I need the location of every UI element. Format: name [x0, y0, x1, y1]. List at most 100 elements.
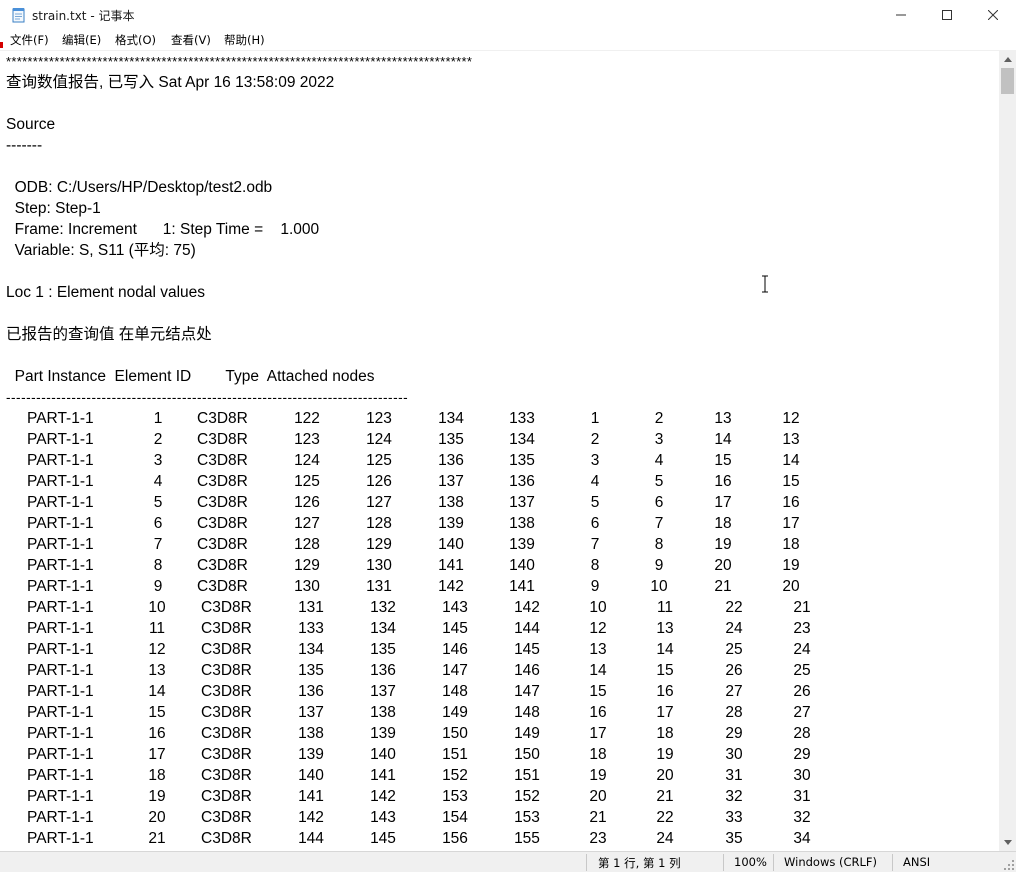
- part-instance-cell: PART-1-1: [27, 704, 94, 721]
- scroll-down-button[interactable]: [999, 834, 1016, 851]
- node-3-cell: 136: [438, 452, 464, 469]
- chevron-down-icon: [1003, 840, 1012, 845]
- node-5-cell: 21: [589, 809, 607, 826]
- node-3-cell: 153: [442, 788, 468, 805]
- vertical-scrollbar[interactable]: [999, 51, 1016, 851]
- node-6-cell: 10: [650, 578, 668, 595]
- element-type-cell: C3D8R: [201, 704, 252, 721]
- element-id-cell: 4: [153, 473, 163, 490]
- element-id-cell: 16: [148, 725, 166, 742]
- node-6-cell: 14: [656, 641, 674, 658]
- node-1-cell: 131: [298, 599, 324, 616]
- node-1-cell: 139: [298, 746, 324, 763]
- node-2-cell: 125: [366, 452, 392, 469]
- element-type-cell: C3D8R: [201, 767, 252, 784]
- node-6-cell: 17: [656, 704, 674, 721]
- node-4-cell: 145: [514, 641, 540, 658]
- node-7-cell: 26: [725, 662, 743, 679]
- element-id-cell: 9: [153, 578, 163, 595]
- node-3-cell: 138: [438, 494, 464, 511]
- node-7-cell: 30: [725, 746, 743, 763]
- node-8-cell: 21: [793, 599, 811, 616]
- text-editor[interactable]: ****************************************…: [0, 51, 999, 851]
- menu-view[interactable]: 查看(V): [171, 32, 211, 48]
- part-instance-cell: PART-1-1: [27, 809, 94, 826]
- part-instance-cell: PART-1-1: [27, 788, 94, 805]
- node-5-cell: 9: [590, 578, 600, 595]
- text-cursor-icon: [762, 275, 768, 293]
- node-2-cell: 137: [370, 683, 396, 700]
- menu-format[interactable]: 格式(O): [115, 32, 156, 48]
- node-1-cell: 127: [294, 515, 320, 532]
- node-4-cell: 133: [509, 410, 535, 427]
- node-4-cell: 150: [514, 746, 540, 763]
- node-1-cell: 138: [298, 725, 324, 742]
- node-2-cell: 135: [370, 641, 396, 658]
- node-6-cell: 3: [654, 431, 664, 448]
- node-8-cell: 18: [782, 536, 800, 553]
- node-3-cell: 135: [438, 431, 464, 448]
- stars-line: ****************************************…: [6, 54, 473, 69]
- node-5-cell: 3: [590, 452, 600, 469]
- node-6-cell: 16: [656, 683, 674, 700]
- node-3-cell: 142: [438, 578, 464, 595]
- element-type-cell: C3D8R: [201, 620, 252, 637]
- node-3-cell: 149: [442, 704, 468, 721]
- maximize-button[interactable]: [924, 0, 970, 30]
- node-6-cell: 2: [654, 410, 664, 427]
- node-4-cell: 138: [509, 515, 535, 532]
- node-8-cell: 31: [793, 788, 811, 805]
- status-bar: 第 1 行, 第 1 列 100% Windows (CRLF) ANSI: [0, 851, 1016, 872]
- element-id-cell: 18: [148, 767, 166, 784]
- element-id-cell: 5: [153, 494, 163, 511]
- element-type-cell: C3D8R: [197, 494, 248, 511]
- resize-grip-icon[interactable]: [1003, 859, 1015, 871]
- scroll-thumb[interactable]: [1001, 68, 1014, 94]
- node-4-cell: 140: [509, 557, 535, 574]
- element-type-cell: C3D8R: [197, 578, 248, 595]
- part-instance-cell: PART-1-1: [27, 452, 94, 469]
- node-6-cell: 24: [656, 830, 674, 847]
- node-2-cell: 123: [366, 410, 392, 427]
- node-5-cell: 14: [589, 662, 607, 679]
- menu-help[interactable]: 帮助(H): [224, 32, 265, 48]
- node-5-cell: 10: [589, 599, 607, 616]
- node-6-cell: 4: [654, 452, 664, 469]
- close-button[interactable]: [970, 0, 1016, 30]
- node-1-cell: 141: [298, 788, 324, 805]
- menu-file[interactable]: 文件(F): [10, 32, 49, 48]
- node-3-cell: 151: [442, 746, 468, 763]
- node-6-cell: 22: [656, 809, 674, 826]
- node-3-cell: 141: [438, 557, 464, 574]
- node-3-cell: 146: [442, 641, 468, 658]
- encoding: ANSI: [903, 855, 931, 869]
- element-id-cell: 7: [153, 536, 163, 553]
- part-instance-cell: PART-1-1: [27, 830, 94, 847]
- menu-bar: 文件(F) 编辑(E) 格式(O) 查看(V) 帮助(H): [0, 30, 1016, 51]
- node-7-cell: 14: [714, 431, 732, 448]
- node-7-cell: 21: [714, 578, 732, 595]
- node-7-cell: 15: [714, 452, 732, 469]
- node-1-cell: 126: [294, 494, 320, 511]
- node-7-cell: 31: [725, 767, 743, 784]
- node-7-cell: 32: [725, 788, 743, 805]
- node-2-cell: 129: [366, 536, 392, 553]
- node-2-cell: 136: [370, 662, 396, 679]
- menu-edit[interactable]: 编辑(E): [62, 32, 101, 48]
- node-1-cell: 122: [294, 410, 320, 427]
- element-id-cell: 21: [148, 830, 166, 847]
- node-8-cell: 14: [782, 452, 800, 469]
- node-4-cell: 151: [514, 767, 540, 784]
- node-5-cell: 16: [589, 704, 607, 721]
- part-instance-cell: PART-1-1: [27, 620, 94, 637]
- part-instance-cell: PART-1-1: [27, 494, 94, 511]
- node-7-cell: 17: [714, 494, 732, 511]
- scroll-up-button[interactable]: [999, 51, 1016, 68]
- node-5-cell: 7: [590, 536, 600, 553]
- node-8-cell: 29: [793, 746, 811, 763]
- part-instance-cell: PART-1-1: [27, 767, 94, 784]
- minimize-button[interactable]: [878, 0, 924, 30]
- table-header: Part Instance Element ID Type Attached n…: [6, 368, 375, 385]
- node-7-cell: 20: [714, 557, 732, 574]
- node-4-cell: 134: [509, 431, 535, 448]
